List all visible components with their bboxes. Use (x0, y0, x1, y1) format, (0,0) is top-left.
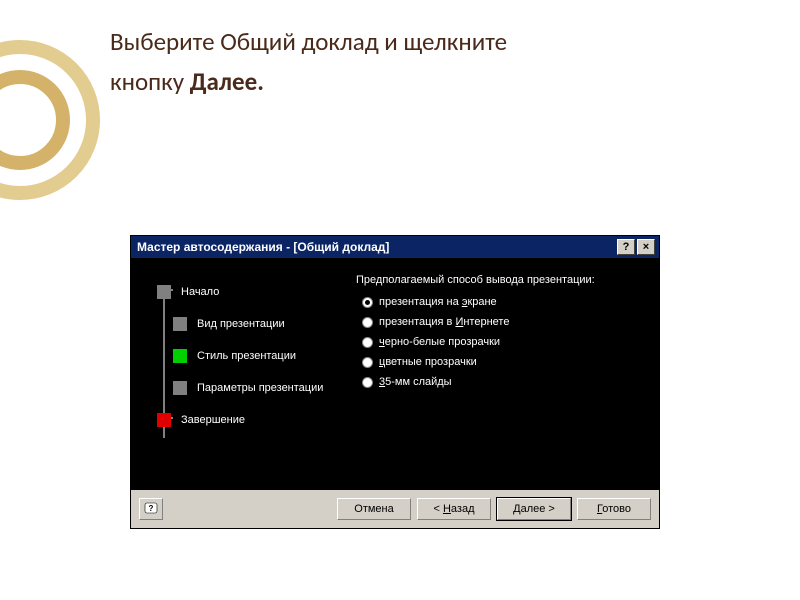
question-bubble-icon: ? (144, 502, 158, 516)
step-box-icon (157, 413, 171, 427)
step-box-icon (173, 317, 187, 331)
step-box-icon (157, 285, 171, 299)
next-button[interactable]: Далее > (497, 498, 571, 520)
dialog-body: Начало Вид презентации Стиль презентации… (131, 258, 659, 490)
option-screen[interactable]: презентация на экране (356, 292, 647, 312)
decorative-rings (0, 40, 120, 220)
instruction-line2: кнопку Далее. (110, 62, 507, 102)
radio-icon (362, 337, 373, 348)
option-35mm-slides[interactable]: 35-мм слайды (356, 372, 647, 392)
step-start[interactable]: Начало (157, 276, 336, 308)
option-internet[interactable]: презентация в Интернете (356, 312, 647, 332)
cancel-button[interactable]: Отмена (337, 498, 411, 520)
step-presentation-params[interactable]: Параметры презентации (157, 372, 336, 404)
svg-text:?: ? (149, 504, 154, 513)
output-options: Предполагаемый способ вывода презентации… (346, 258, 659, 490)
instruction-line1: Выберите Общий доклад и щелкните (110, 22, 507, 62)
close-icon: × (643, 242, 649, 253)
radio-icon (362, 357, 373, 368)
help-icon: ? (623, 242, 630, 253)
step-box-icon (173, 381, 187, 395)
help-button[interactable]: ? (617, 239, 635, 255)
finish-button[interactable]: Готово (577, 498, 651, 520)
wizard-dialog: Мастер автосодержания - [Общий доклад] ?… (130, 235, 660, 529)
option-color-transparencies[interactable]: цветные прозрачки (356, 352, 647, 372)
back-button[interactable]: < Назад (417, 498, 491, 520)
step-finish[interactable]: Завершение (157, 404, 336, 436)
options-header: Предполагаемый способ вывода презентации… (356, 274, 647, 286)
option-bw-transparencies[interactable]: черно-белые прозрачки (356, 332, 647, 352)
titlebar: Мастер автосодержания - [Общий доклад] ?… (131, 236, 659, 258)
radio-icon (362, 377, 373, 388)
wizard-steps: Начало Вид презентации Стиль презентации… (131, 258, 346, 490)
step-presentation-type[interactable]: Вид презентации (157, 308, 336, 340)
radio-icon (362, 317, 373, 328)
close-button[interactable]: × (637, 239, 655, 255)
dialog-footer: ? Отмена < Назад Далее > Готово (131, 490, 659, 528)
help-footer-button[interactable]: ? (139, 498, 163, 520)
radio-icon (362, 297, 373, 308)
dialog-title: Мастер автосодержания - [Общий доклад] (137, 240, 615, 254)
instruction-text: Выберите Общий доклад и щелкните кнопку … (110, 22, 507, 102)
step-presentation-style[interactable]: Стиль презентации (157, 340, 336, 372)
step-box-icon (173, 349, 187, 363)
